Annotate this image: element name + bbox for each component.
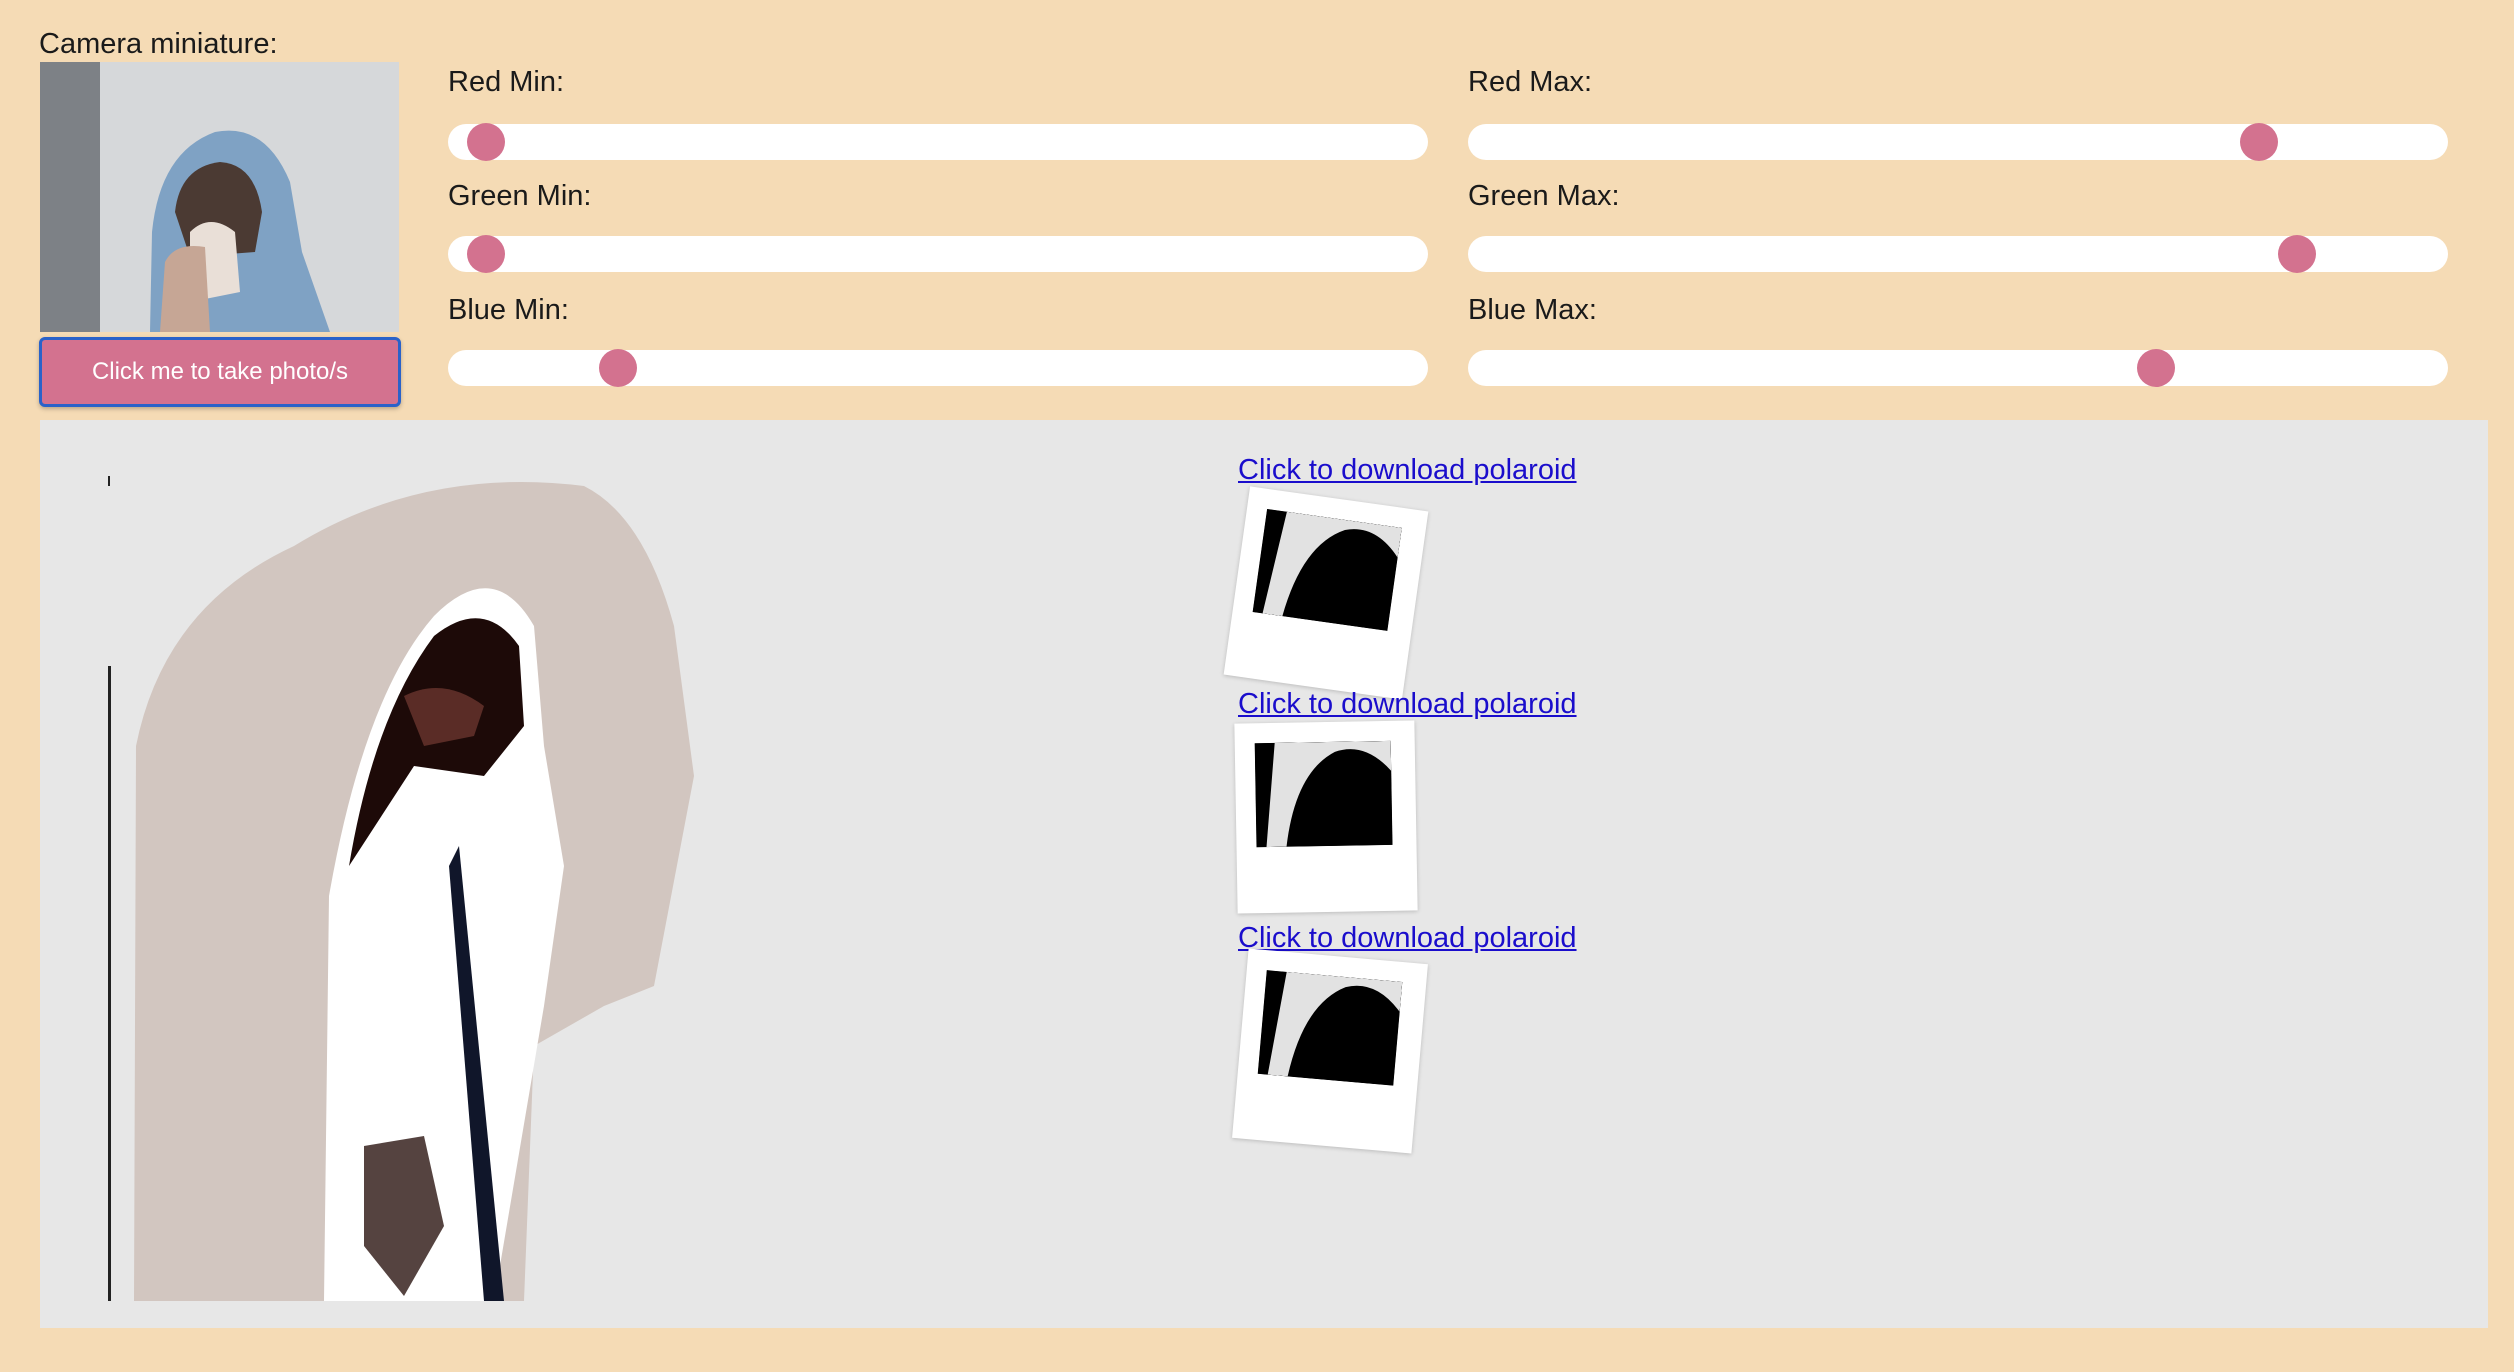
red-max-label: Red Max: (1468, 66, 1593, 98)
green-min-slider[interactable] (448, 235, 1428, 273)
blue-min-slider[interactable] (448, 349, 1428, 387)
red-min-label: Red Min: (448, 66, 565, 98)
slider-thumb[interactable] (2278, 235, 2317, 273)
green-max-label: Green Max: (1468, 180, 1620, 212)
polaroid-thumbnail (1234, 720, 1418, 914)
green-min-label: Green Min: (448, 180, 592, 212)
download-polaroid-link[interactable]: Click to download polaroid (1238, 454, 1577, 487)
blue-max-label: Blue Max: (1468, 294, 1597, 326)
slider-thumb[interactable] (2240, 123, 2279, 161)
polaroid-thumbnail (1232, 948, 1428, 1154)
take-photo-button[interactable]: Click me to take photo/s (39, 337, 401, 407)
polaroid-thumbnail (1223, 486, 1429, 700)
output-canvas-area: Click to download polaroid Click to down… (40, 420, 2488, 1328)
slider-thumb[interactable] (2136, 349, 2175, 387)
green-max-slider[interactable] (1468, 235, 2448, 273)
polaroid-photo (1254, 740, 1393, 848)
camera-preview (40, 62, 399, 332)
download-polaroid-link[interactable]: Click to download polaroid (1238, 688, 1577, 721)
red-max-slider[interactable] (1468, 123, 2448, 161)
red-min-slider[interactable] (448, 123, 1428, 161)
blue-min-label: Blue Min: (448, 294, 569, 326)
camera-preview-image (40, 62, 399, 332)
camera-label: Camera miniature: (39, 28, 278, 60)
slider-thumb[interactable] (466, 123, 505, 161)
polaroid-photo (1252, 508, 1402, 631)
slider-thumb[interactable] (466, 235, 505, 273)
polaroid-photo (1257, 970, 1403, 1086)
slider-thumb[interactable] (598, 349, 637, 387)
download-polaroid-link[interactable]: Click to download polaroid (1238, 922, 1577, 955)
blue-max-slider[interactable] (1468, 349, 2448, 387)
filtered-photo (108, 476, 694, 1301)
